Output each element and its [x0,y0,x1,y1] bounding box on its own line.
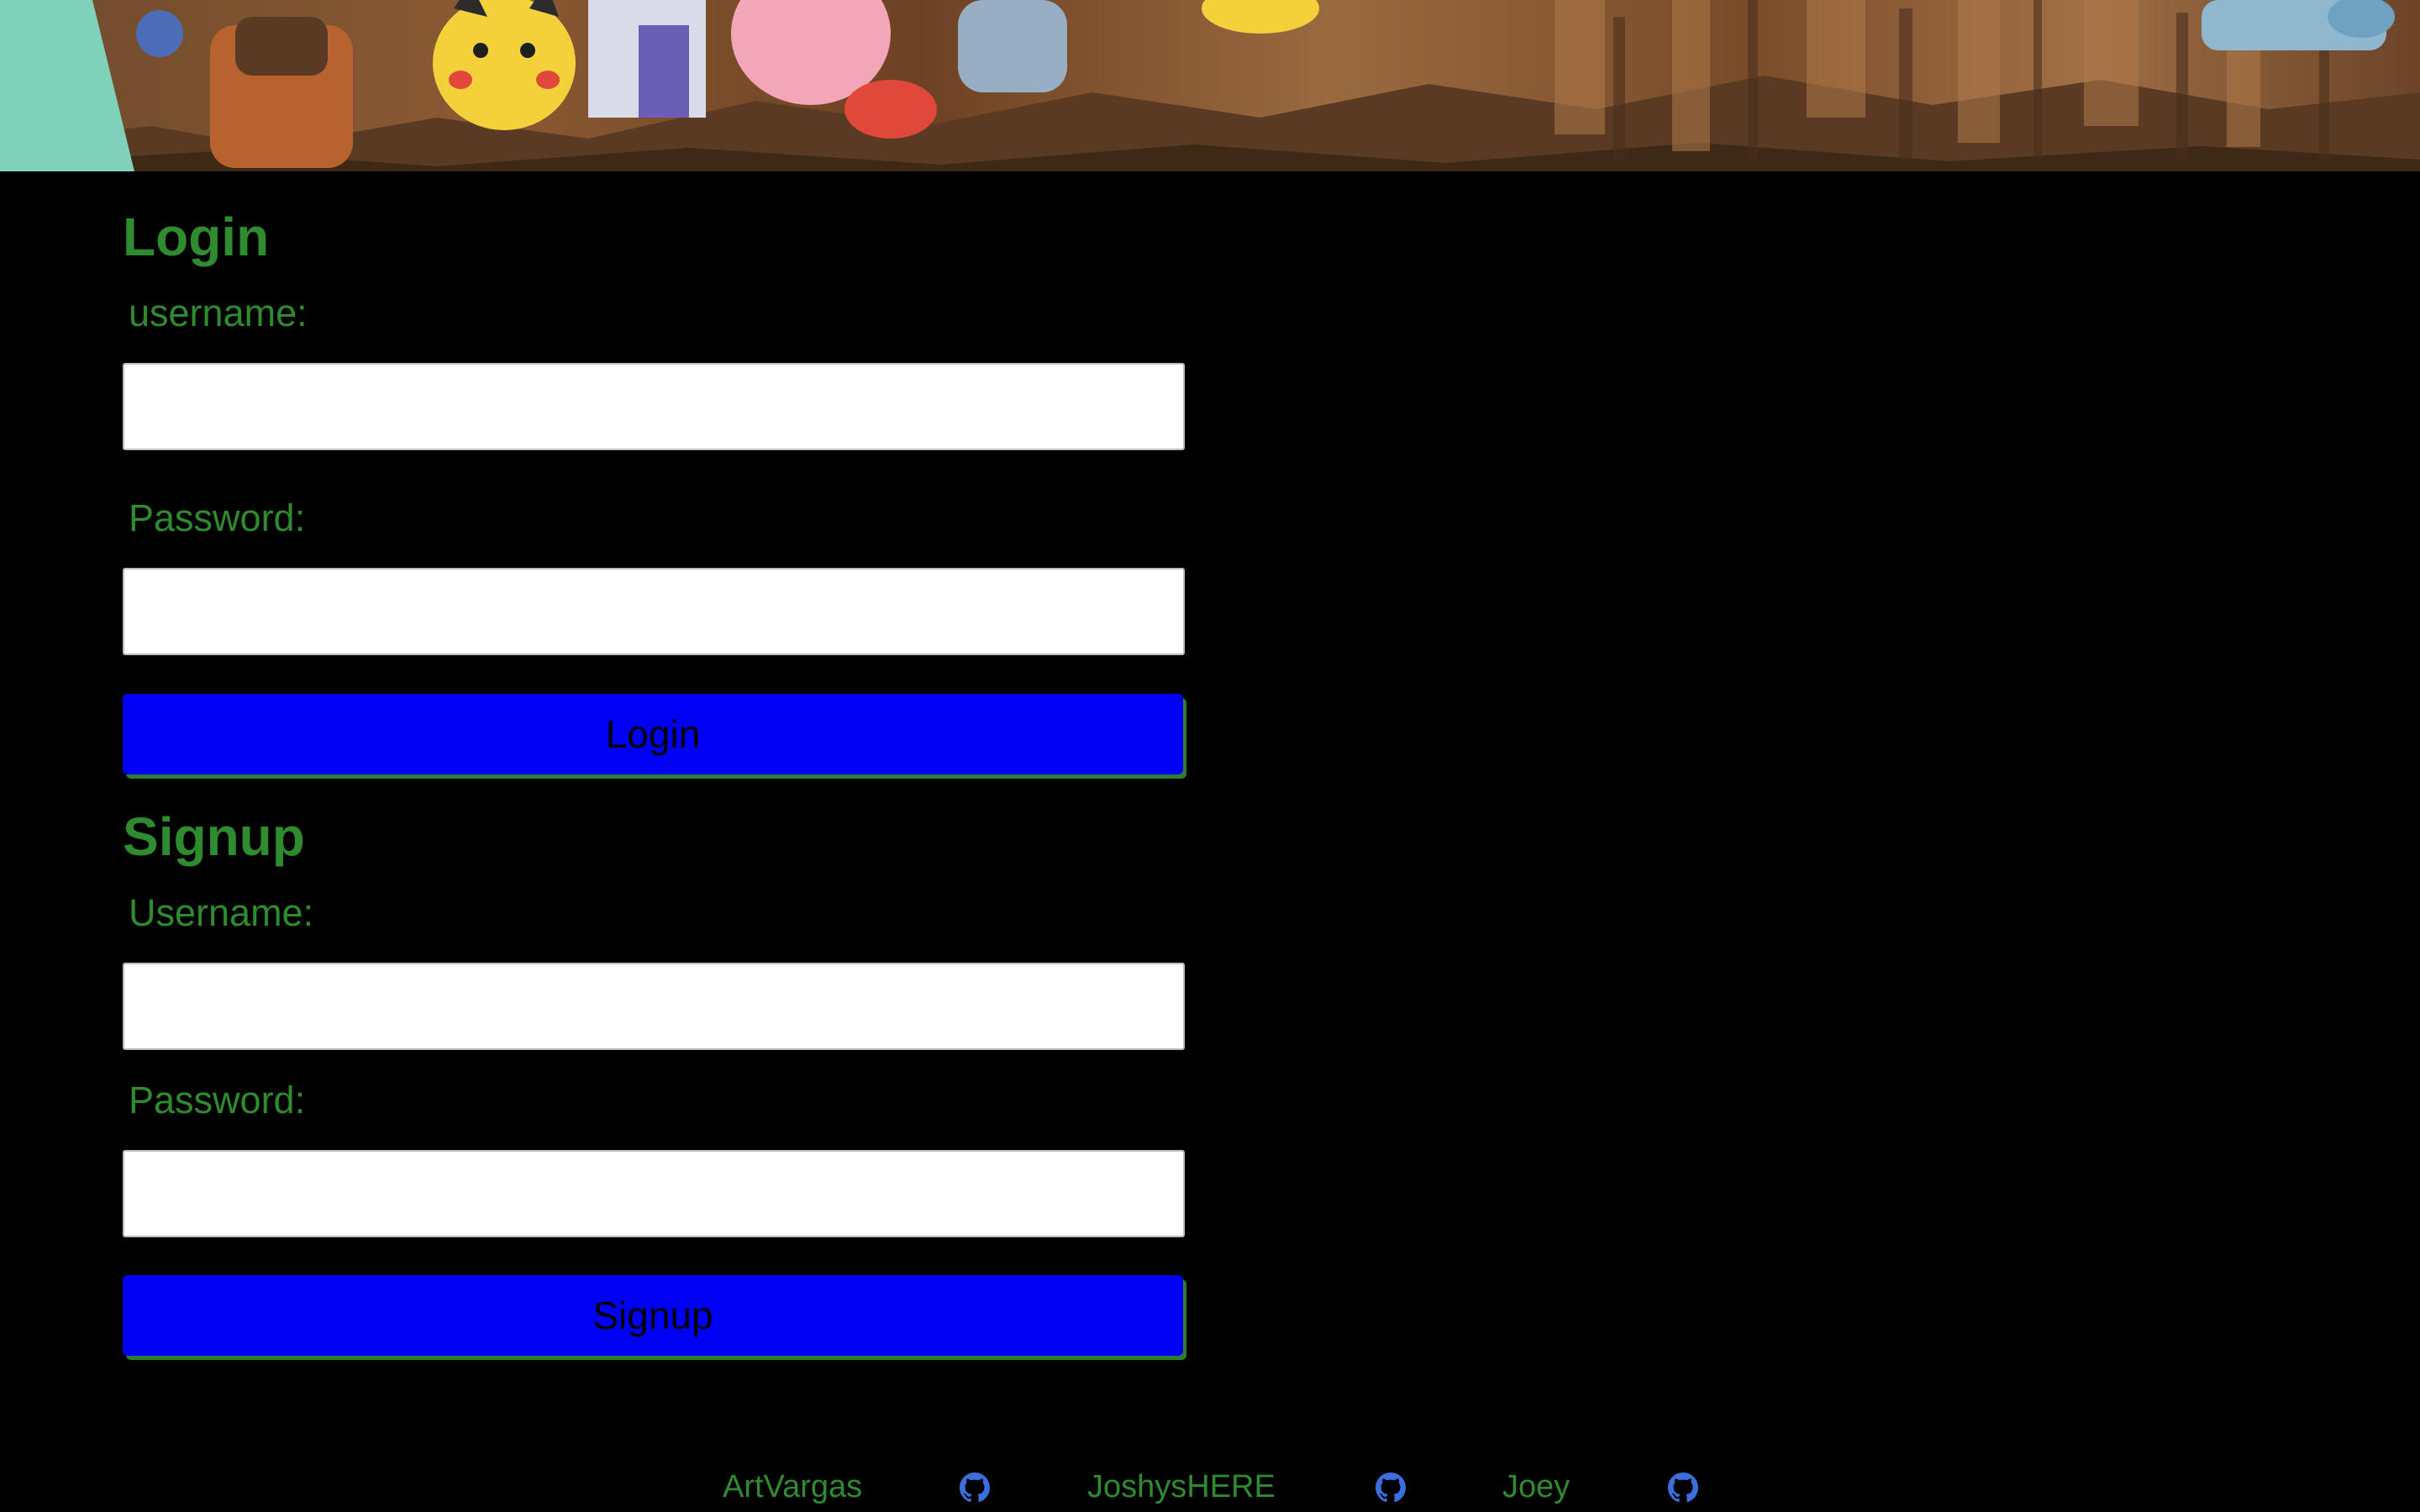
footer-link-joey[interactable]: Joey [1502,1471,1570,1503]
signup-password-input[interactable] [123,1150,1185,1237]
login-password-input[interactable] [123,568,1185,655]
login-heading: Login [123,207,270,267]
github-icon[interactable] [1376,1473,1406,1503]
login-username-input[interactable] [123,363,1185,450]
github-icon[interactable] [960,1473,990,1503]
signup-username-label: Username: [129,891,314,934]
signup-button[interactable]: Signup [123,1275,1183,1356]
github-icon[interactable] [1668,1473,1698,1503]
banner-art [0,0,2420,171]
login-button[interactable]: Login [123,694,1183,774]
signup-password-label: Password: [129,1079,306,1121]
banner-image [0,0,2420,171]
footer-link-joshyshere[interactable]: JoshysHERE [1087,1471,1276,1503]
login-password-label: Password: [129,496,306,539]
signup-username-input[interactable] [123,963,1185,1050]
footer-link-artvargas[interactable]: ArtVargas [723,1471,862,1503]
signup-heading: Signup [123,806,305,867]
login-username-label: username: [129,291,308,334]
